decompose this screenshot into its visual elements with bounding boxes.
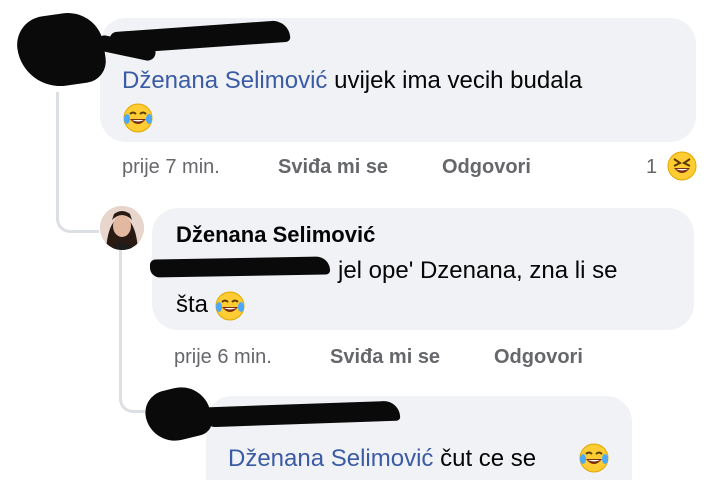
comment-2-text: jel ope' Dzenana, zna li se	[338, 257, 618, 284]
redacted-mention	[149, 256, 331, 278]
timestamp[interactable]: prije 6 min.	[174, 346, 272, 369]
thread-connector-top	[56, 92, 99, 233]
like-button[interactable]: Sviđa mi se	[330, 346, 440, 369]
laughing-tears-icon	[122, 102, 154, 139]
reaction-count[interactable]: 1	[646, 156, 657, 179]
comment-text: uvijek ima vecih budala	[334, 67, 583, 94]
laughing-tears-icon	[214, 290, 246, 327]
comment-1-meta: prije 7 min.	[122, 156, 220, 179]
author-name[interactable]: Dženana Selimović	[176, 220, 375, 250]
laughing-tears-icon	[578, 442, 610, 479]
redacted-avatar	[13, 8, 109, 92]
mention-link[interactable]: Dženana Selimović	[228, 445, 433, 472]
comment-1-text: Dženana Selimović uvijek ima vecih budal…	[122, 66, 582, 96]
mention-link[interactable]: Dženana Selimović	[122, 67, 327, 94]
comment-2-text-line2: šta	[176, 290, 208, 320]
comment-3-text: Dženana Selimović čut ce se	[228, 444, 536, 474]
timestamp[interactable]: prije 7 min.	[122, 156, 220, 178]
reply-button[interactable]: Odgovori	[442, 156, 531, 179]
avatar[interactable]	[100, 206, 144, 250]
comment-text: čut ce se	[440, 445, 537, 472]
like-button[interactable]: Sviđa mi se	[278, 156, 388, 179]
laughing-squint-icon[interactable]	[666, 150, 698, 187]
comment-text: šta	[176, 291, 209, 318]
reply-button[interactable]: Odgovori	[494, 346, 583, 369]
